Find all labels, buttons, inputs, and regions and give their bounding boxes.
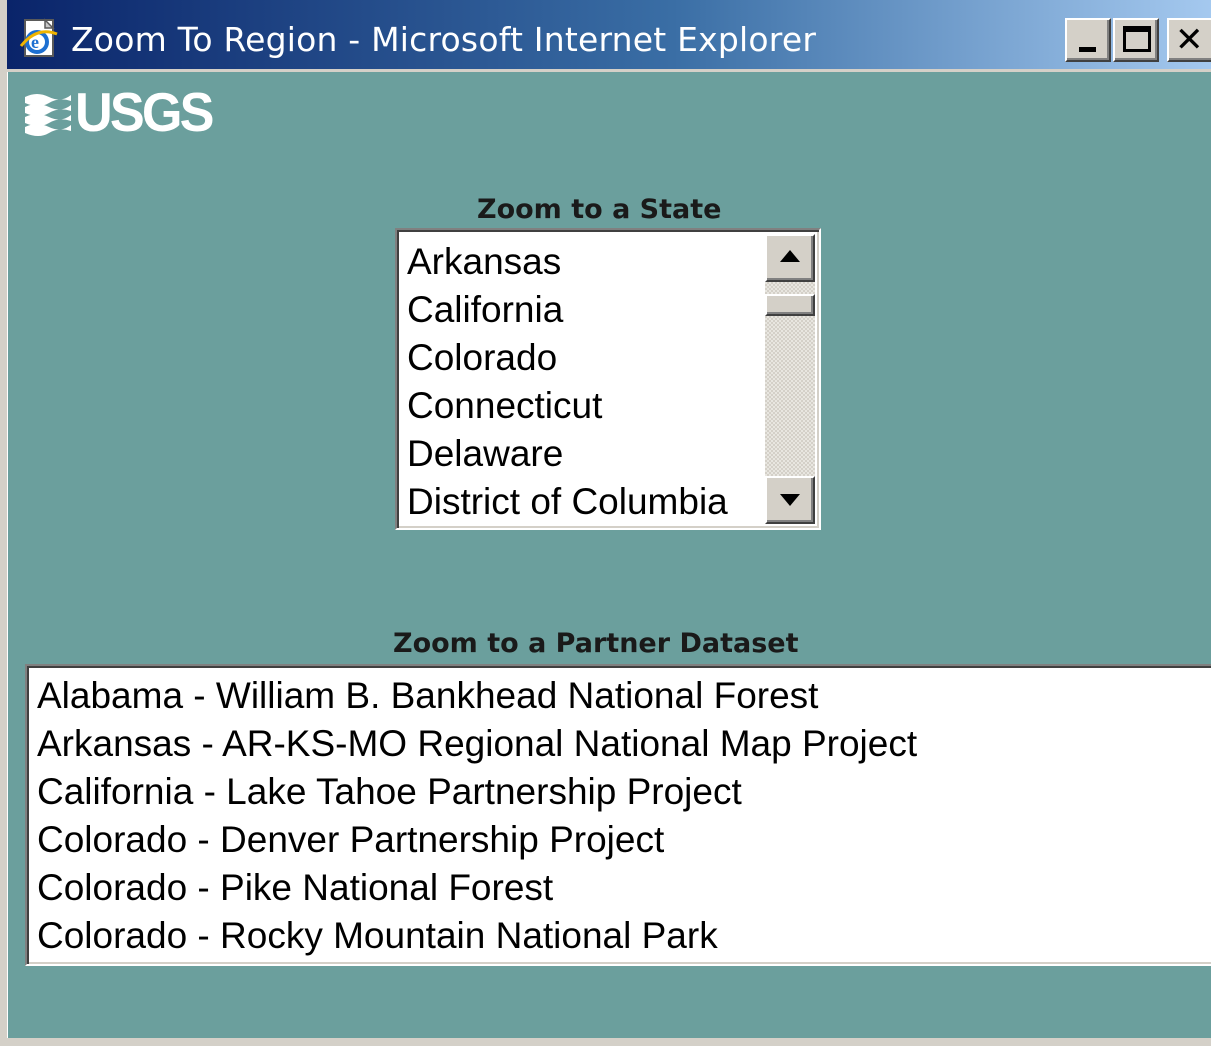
title-bar[interactable]: e Zoom To Region - Microsoft Internet Ex… [7, 0, 1211, 72]
state-list-item[interactable]: California [407, 286, 728, 334]
arrow-down-icon [780, 494, 800, 506]
maximize-button[interactable] [1113, 18, 1159, 62]
maximize-icon [1123, 26, 1151, 52]
partner-list-item[interactable]: California - Lake Tahoe Partnership Proj… [37, 768, 917, 816]
state-listbox[interactable]: Arkansas California Colorado Connecticut Del… [395, 228, 821, 530]
usgs-logo: USGS [23, 84, 219, 140]
partner-section-label: Zoom to a Partner Dataset [393, 628, 799, 659]
minimize-icon [1079, 47, 1096, 52]
partner-list-item[interactable]: Colorado - Denver Partnership Project [37, 816, 917, 864]
partner-list: Alabama - William B. Bankhead National F… [37, 672, 917, 960]
partner-list-item[interactable]: Colorado - Rocky Mountain National Park [37, 912, 917, 960]
state-list-item[interactable]: Delaware [407, 430, 728, 478]
minimize-button[interactable] [1065, 18, 1111, 62]
usgs-logo-text: USGS [75, 81, 215, 143]
window-title: Zoom To Region - Microsoft Internet Expl… [71, 20, 817, 59]
browser-window: e Zoom To Region - Microsoft Internet Ex… [0, 0, 1211, 1046]
ie-page-icon: e [19, 18, 58, 57]
usgs-waves-icon [25, 94, 71, 136]
partner-dataset-listbox[interactable]: Alabama - William B. Bankhead National F… [25, 664, 1211, 966]
partner-list-item[interactable]: Colorado - Pike National Forest [37, 864, 917, 912]
state-list-item[interactable]: District of Columbia [407, 478, 728, 526]
scroll-down-button[interactable] [765, 476, 815, 524]
scroll-up-button[interactable] [765, 234, 815, 282]
arrow-up-icon [780, 250, 800, 262]
state-list-item[interactable]: Connecticut [407, 382, 728, 430]
state-list-item[interactable]: Arkansas [407, 238, 728, 286]
close-icon: ✕ [1175, 20, 1204, 60]
state-list: Arkansas California Colorado Connecticut Del… [407, 238, 728, 526]
partner-list-item[interactable]: Arkansas - AR-KS-MO Regional National Ma… [37, 720, 917, 768]
state-list-scrollbar[interactable] [765, 234, 815, 524]
state-section-label: Zoom to a State [477, 194, 722, 225]
state-list-item[interactable]: Colorado [407, 334, 728, 382]
scroll-thumb[interactable] [765, 294, 815, 316]
close-button[interactable]: ✕ [1167, 18, 1211, 62]
partner-list-item[interactable]: Alabama - William B. Bankhead National F… [37, 672, 917, 720]
